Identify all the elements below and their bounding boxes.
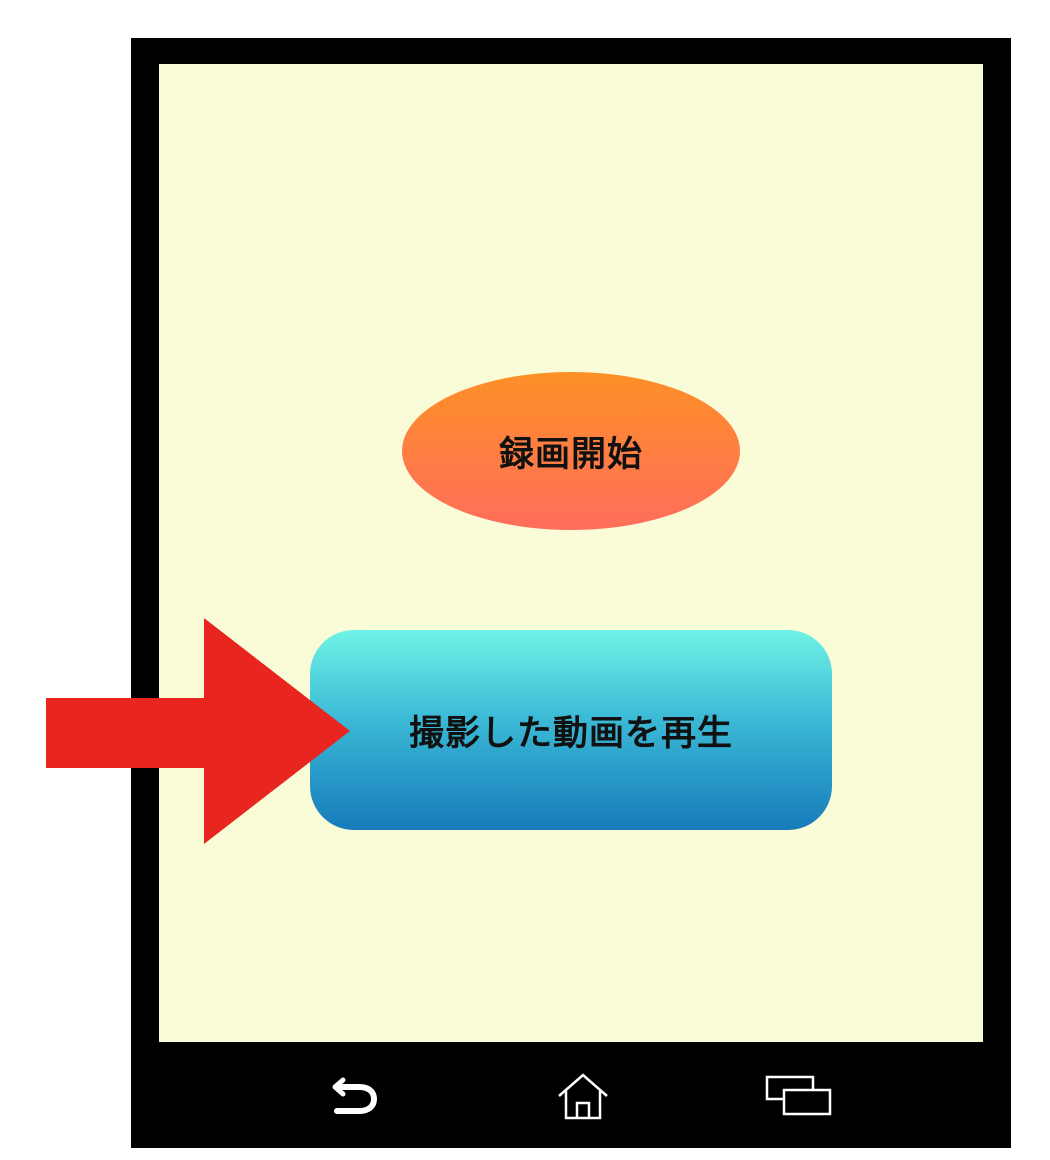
- play-recorded-video-button[interactable]: 撮影した動画を再生: [310, 630, 832, 830]
- back-button[interactable]: [321, 1066, 391, 1126]
- back-icon: [332, 1077, 378, 1114]
- record-start-label: 録画開始: [498, 434, 643, 475]
- record-start-button[interactable]: 録画開始: [402, 372, 740, 530]
- page: 録画開始 撮影した動画を再生: [0, 0, 1050, 1160]
- recent-apps-icon: [765, 1075, 832, 1116]
- device-frame: 録画開始 撮影した動画を再生: [131, 38, 1011, 1148]
- home-button[interactable]: [548, 1066, 618, 1126]
- system-navigation-bar: [131, 1042, 1011, 1148]
- app-screen: 録画開始 撮影した動画を再生: [159, 64, 983, 1042]
- recent-apps-button[interactable]: [764, 1066, 834, 1126]
- play-recorded-video-label: 撮影した動画を再生: [408, 713, 733, 754]
- annotation-arrow-icon: [46, 618, 350, 844]
- annotation-arrow-shape: [46, 618, 350, 844]
- home-icon: [558, 1073, 608, 1120]
